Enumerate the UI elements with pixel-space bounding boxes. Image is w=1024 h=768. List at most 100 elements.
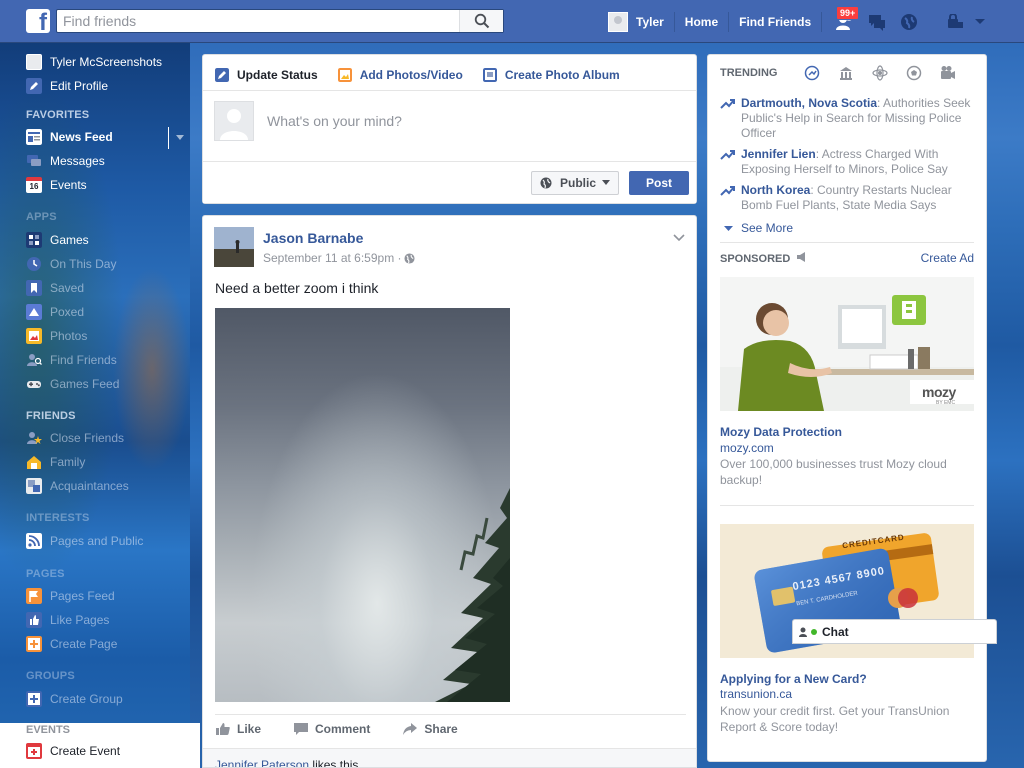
sidebar-item-like-pages[interactable]: Like Pages	[26, 610, 109, 630]
account-menu-chevron-down-icon[interactable]	[974, 17, 986, 27]
sidebar-item-saved[interactable]: Saved	[26, 278, 84, 298]
search-button[interactable]	[459, 10, 503, 32]
facebook-logo-icon[interactable]: f	[26, 9, 50, 33]
ad-image-mozy[interactable]: mozy BY EMC	[720, 277, 974, 411]
trending-item[interactable]: Dartmouth, Nova Scotia: Authorities Seek…	[720, 96, 980, 141]
story-author-link[interactable]: Jason Barnabe	[263, 230, 363, 246]
likes-suffix: likes this.	[309, 758, 362, 768]
events-heading: EVENTS	[26, 724, 71, 736]
top-bar: f Tyler Home Find Friends 99+	[0, 0, 1024, 43]
nav-right: Tyler Home Find Friends	[606, 0, 986, 43]
feed-story: Jason Barnabe September 11 at 6:59pm · N…	[202, 215, 697, 768]
sidebar-item-pages-feed[interactable]: Pages Feed	[26, 586, 115, 606]
trending-top-icon[interactable]	[804, 65, 820, 81]
sidebar-item-on-this-day[interactable]: On This Day	[26, 254, 116, 274]
sidebar-item-edit-profile[interactable]: Edit Profile	[26, 76, 108, 96]
sidebar-item-label: Create Group	[50, 692, 123, 706]
trending-politics-icon[interactable]	[838, 65, 854, 81]
liker-link[interactable]: Jennifer Paterson	[215, 758, 309, 767]
share-button[interactable]: Share	[402, 721, 458, 737]
sidebar-item-label: Like Pages	[50, 613, 110, 627]
chat-sidebar-tab[interactable]: Chat	[792, 619, 997, 644]
sidebar-item-pages-and-public[interactable]: Pages and Public	[26, 531, 143, 551]
news-feed-icon	[26, 129, 42, 145]
avatar	[26, 54, 42, 70]
sidebar-item-label: Close Friends	[50, 431, 125, 445]
ad-domain[interactable]: transunion.ca	[720, 687, 792, 701]
news-feed-options-chevron-down-icon[interactable]	[176, 135, 184, 141]
sidebar-item-messages[interactable]: Messages	[26, 151, 105, 171]
post-button[interactable]: Post	[629, 171, 689, 195]
tab-create-photo-album[interactable]: Create Photo Album	[482, 65, 620, 85]
trending-item-name: North Korea	[741, 183, 811, 197]
trending-entertainment-icon[interactable]	[940, 65, 956, 81]
sidebar-item-label: Pages Feed	[50, 589, 115, 603]
sidebar-item-label: Pages and Public	[50, 534, 144, 548]
sidebar-item-photos[interactable]: Photos	[26, 326, 87, 346]
sidebar-item-label: Poxed	[50, 305, 85, 319]
sidebar-item-profile[interactable]: Tyler McScreenshots	[26, 52, 162, 72]
composer-footer: Public Post	[203, 161, 696, 203]
tab-add-photos-video[interactable]: Add Photos/Video	[337, 65, 463, 85]
privacy-shortcuts-icon[interactable]	[946, 13, 964, 30]
sidebar-item-label: Create Page	[50, 637, 118, 651]
sidebar-item-label: Acquaintances	[50, 479, 129, 493]
notifications-globe-icon[interactable]	[898, 11, 920, 33]
sidebar-item-label: Family	[50, 455, 86, 469]
sidebar-item-news-feed[interactable]: News Feed	[26, 127, 113, 147]
trending-arrow-icon	[720, 99, 735, 109]
tab-update-status[interactable]: Update Status	[215, 65, 318, 85]
composer-tabs: Update Status Add Photos/Video Create Ph…	[215, 65, 620, 85]
comment-button[interactable]: Comment	[293, 721, 370, 737]
sidebar-item-family[interactable]: Family	[26, 452, 85, 472]
sidebar-item-create-group[interactable]: Create Group	[26, 689, 123, 709]
avatar[interactable]	[214, 227, 254, 267]
sidebar-item-create-event[interactable]: Create Event	[26, 743, 120, 759]
photo-icon	[337, 68, 352, 82]
status-input[interactable]: What's on your mind?	[267, 113, 402, 129]
nav-profile-link[interactable]: Tyler	[606, 11, 675, 32]
trending-sports-icon[interactable]	[906, 65, 922, 81]
sidebar-item-find-friends[interactable]: Find Friends	[26, 350, 117, 370]
on-this-day-clock-icon	[27, 257, 41, 271]
trending-item[interactable]: Jennifer Lien: Actress Charged With Expo…	[720, 147, 980, 177]
story-timestamp[interactable]: September 11 at 6:59pm ·	[263, 251, 402, 265]
trending-item[interactable]: North Korea: Country Restarts Nuclear Bo…	[720, 183, 980, 213]
sidebar-item-events[interactable]: 16 Events	[26, 175, 87, 195]
composer-divider	[203, 90, 696, 91]
chat-label: Chat	[822, 624, 849, 639]
tab-label: Update Status	[237, 68, 318, 82]
ad-title[interactable]: Applying for a New Card?	[720, 672, 867, 686]
like-button[interactable]: Like	[215, 721, 261, 737]
sidebar-item-create-page[interactable]: Create Page	[26, 634, 117, 654]
sidebar-item-games-feed[interactable]: Games Feed	[26, 374, 119, 394]
pages-heading: PAGES	[26, 568, 65, 580]
messages-icon[interactable]	[866, 11, 888, 33]
nav-home-link[interactable]: Home	[675, 11, 730, 32]
story-photo[interactable]	[215, 308, 510, 702]
mozy-logo-sub: BY EMC	[936, 400, 956, 406]
create-ad-link[interactable]: Create Ad	[921, 251, 974, 265]
nav-find-friends-link[interactable]: Find Friends	[729, 11, 823, 32]
ad-text: Over 100,000 businesses trust Mozy cloud…	[720, 457, 947, 487]
see-more-link[interactable]: See More	[724, 221, 793, 235]
sidebar-item-close-friends[interactable]: Close Friends	[26, 428, 124, 448]
story-likes-bar: Jennifer Paterson likes this.	[203, 748, 696, 768]
app-icon	[26, 304, 42, 320]
audience-selector-button[interactable]: Public	[531, 171, 619, 195]
calendar-icon: 16	[26, 177, 42, 193]
ad-title[interactable]: Mozy Data Protection	[720, 425, 842, 439]
divider	[720, 505, 974, 506]
sidebar-item-games[interactable]: Games	[26, 230, 89, 250]
sidebar-item-label: Edit Profile	[50, 79, 109, 93]
search-input[interactable]	[57, 10, 457, 32]
divider	[720, 242, 974, 243]
sidebar-item-acquaintances[interactable]: Acquaintances	[26, 476, 129, 496]
trending-item-name: Jennifer Lien	[741, 147, 816, 161]
author-photo	[214, 227, 254, 267]
sidebar-item-poxed[interactable]: Poxed	[26, 302, 84, 322]
trending-science-icon[interactable]	[872, 65, 888, 81]
story-options-chevron-down-icon[interactable]	[672, 230, 686, 244]
ad-domain[interactable]: mozy.com	[720, 441, 774, 455]
sidebar-item-label: On This Day	[50, 257, 117, 271]
